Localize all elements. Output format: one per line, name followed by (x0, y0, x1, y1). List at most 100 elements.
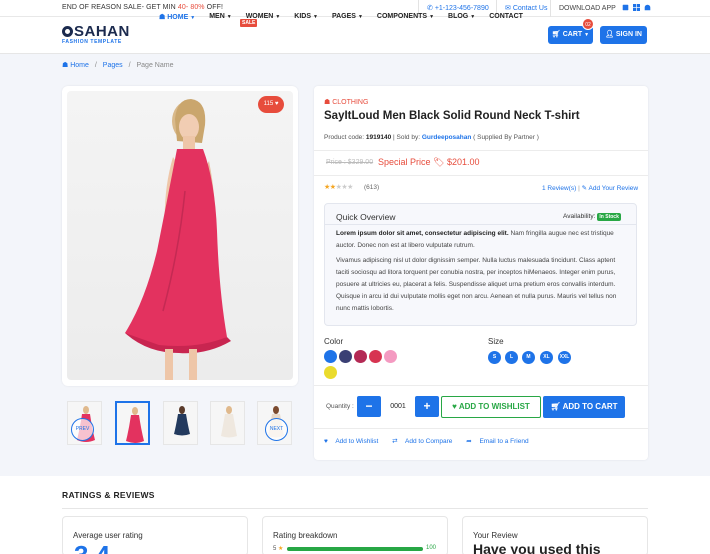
divider (324, 224, 637, 225)
chevron-down-icon: ▼ (584, 32, 590, 38)
email-friend-link[interactable]: ➦ Email to a Friend (466, 438, 534, 445)
apple-icon[interactable] (622, 4, 629, 11)
nav-home[interactable]: ☗ HOME ▼ (159, 13, 195, 21)
divider (314, 150, 648, 151)
prev-thumbnail-button[interactable]: PREV (71, 418, 94, 441)
color-swatch-maroon[interactable] (354, 350, 367, 363)
chevron-down-icon: ▼ (226, 14, 232, 20)
main-nav: ☗ HOME ▼ MEN ▼ WOMEN ▼ KIDS ▼ PAGES ▼ COMPONE… (159, 13, 537, 21)
breadcrumb: ☗ Home / Pages / Page Name (62, 62, 174, 69)
size-xl[interactable]: XL (540, 351, 553, 364)
promo-text: END OF REASON SALE- GET MIN 40- 80% OFF! (62, 4, 224, 11)
cart-icon: 🛒︎ (550, 402, 561, 411)
size-l[interactable]: L (505, 351, 518, 364)
size-s[interactable]: S (488, 351, 501, 364)
color-swatch-pink[interactable] (384, 350, 397, 363)
nav-blog[interactable]: BLOG ▼ (448, 13, 475, 21)
seller-link[interactable]: Gurdeeposahan (422, 134, 471, 141)
rating-count: (613) (364, 184, 380, 191)
breadcrumb-current: Page Name (136, 62, 174, 69)
chevron-down-icon: ▼ (313, 14, 318, 20)
thumbnail-3[interactable] (163, 401, 198, 445)
average-rating-title: Average user rating (73, 531, 143, 540)
heart-icon: ♥ (274, 101, 279, 107)
sale-badge: SALE (240, 19, 258, 27)
compare-link[interactable]: ⇄ Add to Compare (392, 438, 458, 445)
cart-count-badge: 02 (582, 18, 594, 30)
heart-icon: ♥ (452, 402, 457, 411)
logo[interactable]: SAHAN FASHION TEMPLATE (62, 24, 130, 45)
color-swatch-red[interactable] (369, 350, 382, 363)
quantity-minus-button[interactable]: − (357, 396, 381, 417)
divider (62, 508, 648, 509)
chevron-down-icon: ▼ (190, 15, 196, 21)
thumbnail-4[interactable] (210, 401, 245, 445)
size-xxl[interactable]: XXL (558, 351, 571, 364)
divider (314, 175, 648, 176)
special-price: Special Price 🏷︎ $201.00 (378, 157, 480, 167)
star-icon: ★ (347, 184, 353, 191)
product-code: Product code: 1919140 | Sold by: Gurdeep… (324, 134, 539, 141)
windows-icon[interactable] (632, 4, 640, 11)
phone-icon: ✆ (427, 5, 433, 12)
nav-components[interactable]: COMPONENTS ▼ (377, 13, 434, 21)
store-icons[interactable] (622, 0, 651, 17)
home-icon: ☗ (159, 14, 166, 21)
color-swatch-yellow[interactable] (324, 366, 337, 379)
tag-icon: 🏷︎ (433, 157, 445, 167)
main-product-image[interactable] (67, 91, 293, 380)
breadcrumb-home[interactable]: ☗ Home (62, 62, 89, 69)
promo-highlight: 40- 80% (177, 4, 205, 11)
size-m[interactable]: M (522, 351, 535, 364)
thumbnail-image (221, 406, 237, 438)
size-label: Size (488, 337, 504, 346)
tag-icon: ☗ (324, 99, 331, 106)
product-title: SayItLoud Men Black Solid Round Neck T-s… (324, 110, 580, 122)
add-to-wishlist-button[interactable]: ♥ ADD TO WISHLIST (441, 396, 541, 418)
availability: Availability: In Stock (563, 213, 621, 221)
quick-overview-title: Quick Overview (336, 212, 396, 222)
android-icon[interactable] (644, 4, 651, 11)
quantity-plus-button[interactable]: + (415, 396, 439, 417)
nav-men[interactable]: MEN ▼ (209, 13, 232, 21)
breadcrumb-pages[interactable]: Pages (103, 62, 123, 69)
download-app[interactable]: DOWNLOAD APP (550, 0, 651, 17)
rating-row-label: 5 ★ (273, 546, 284, 552)
rating-bar-fill (287, 547, 423, 551)
wishlist-link[interactable]: ♥ Add to Wishlist (324, 438, 384, 445)
rating-breakdown-title: Rating breakdown (273, 531, 338, 540)
like-badge[interactable]: 115 ♥ (258, 96, 284, 113)
share-icon: ➦ (466, 438, 472, 445)
nav-pages[interactable]: PAGES ▼ (332, 13, 363, 21)
color-swatch-navy[interactable] (339, 350, 352, 363)
quantity-input[interactable]: 0001 (382, 396, 414, 417)
nav-kids[interactable]: KIDS ▼ (294, 13, 318, 21)
divider (314, 428, 648, 429)
next-thumbnail-button[interactable]: NEXT (265, 418, 288, 441)
divider (314, 385, 648, 386)
signin-button[interactable]: 👤︎ SIGN IN (600, 26, 647, 44)
mail-icon: ✉ (505, 5, 511, 12)
reviews-title: RATINGS & REVIEWS (62, 490, 155, 500)
chevron-down-icon: ▼ (275, 14, 281, 20)
average-rating-value: 3.4 (74, 540, 110, 554)
cart-icon: 🛒︎ (551, 31, 561, 38)
add-review-link[interactable]: ✎ Add Your Review (582, 185, 638, 192)
reviews-link[interactable]: 1 Review(s) (542, 185, 576, 192)
star-icon: ★ (278, 546, 284, 552)
product-category[interactable]: ☗ CLOTHING (324, 98, 368, 106)
chevron-down-icon: ▼ (357, 14, 363, 20)
rating-row-value: 100 (426, 545, 437, 551)
star-rating: ★★★★★ (324, 183, 353, 191)
color-swatch-blue[interactable] (324, 350, 337, 363)
thumbnail-image (174, 406, 190, 436)
overview-paragraph-1: Lorem ipsum dolor sit amet, consectetur … (336, 230, 614, 249)
overview-paragraph-2: Vivamus adipiscing nisl ut dolor digniss… (336, 257, 617, 312)
chevron-down-icon: ▼ (429, 14, 435, 20)
add-to-cart-button[interactable]: 🛒︎ ADD TO CART (543, 396, 625, 418)
thumbnail-2[interactable] (115, 401, 150, 445)
logo-o-icon (62, 26, 73, 37)
nav-contact[interactable]: CONTACT (489, 13, 523, 21)
chevron-down-icon: ▼ (470, 14, 476, 20)
thumbnail-image (126, 407, 144, 443)
